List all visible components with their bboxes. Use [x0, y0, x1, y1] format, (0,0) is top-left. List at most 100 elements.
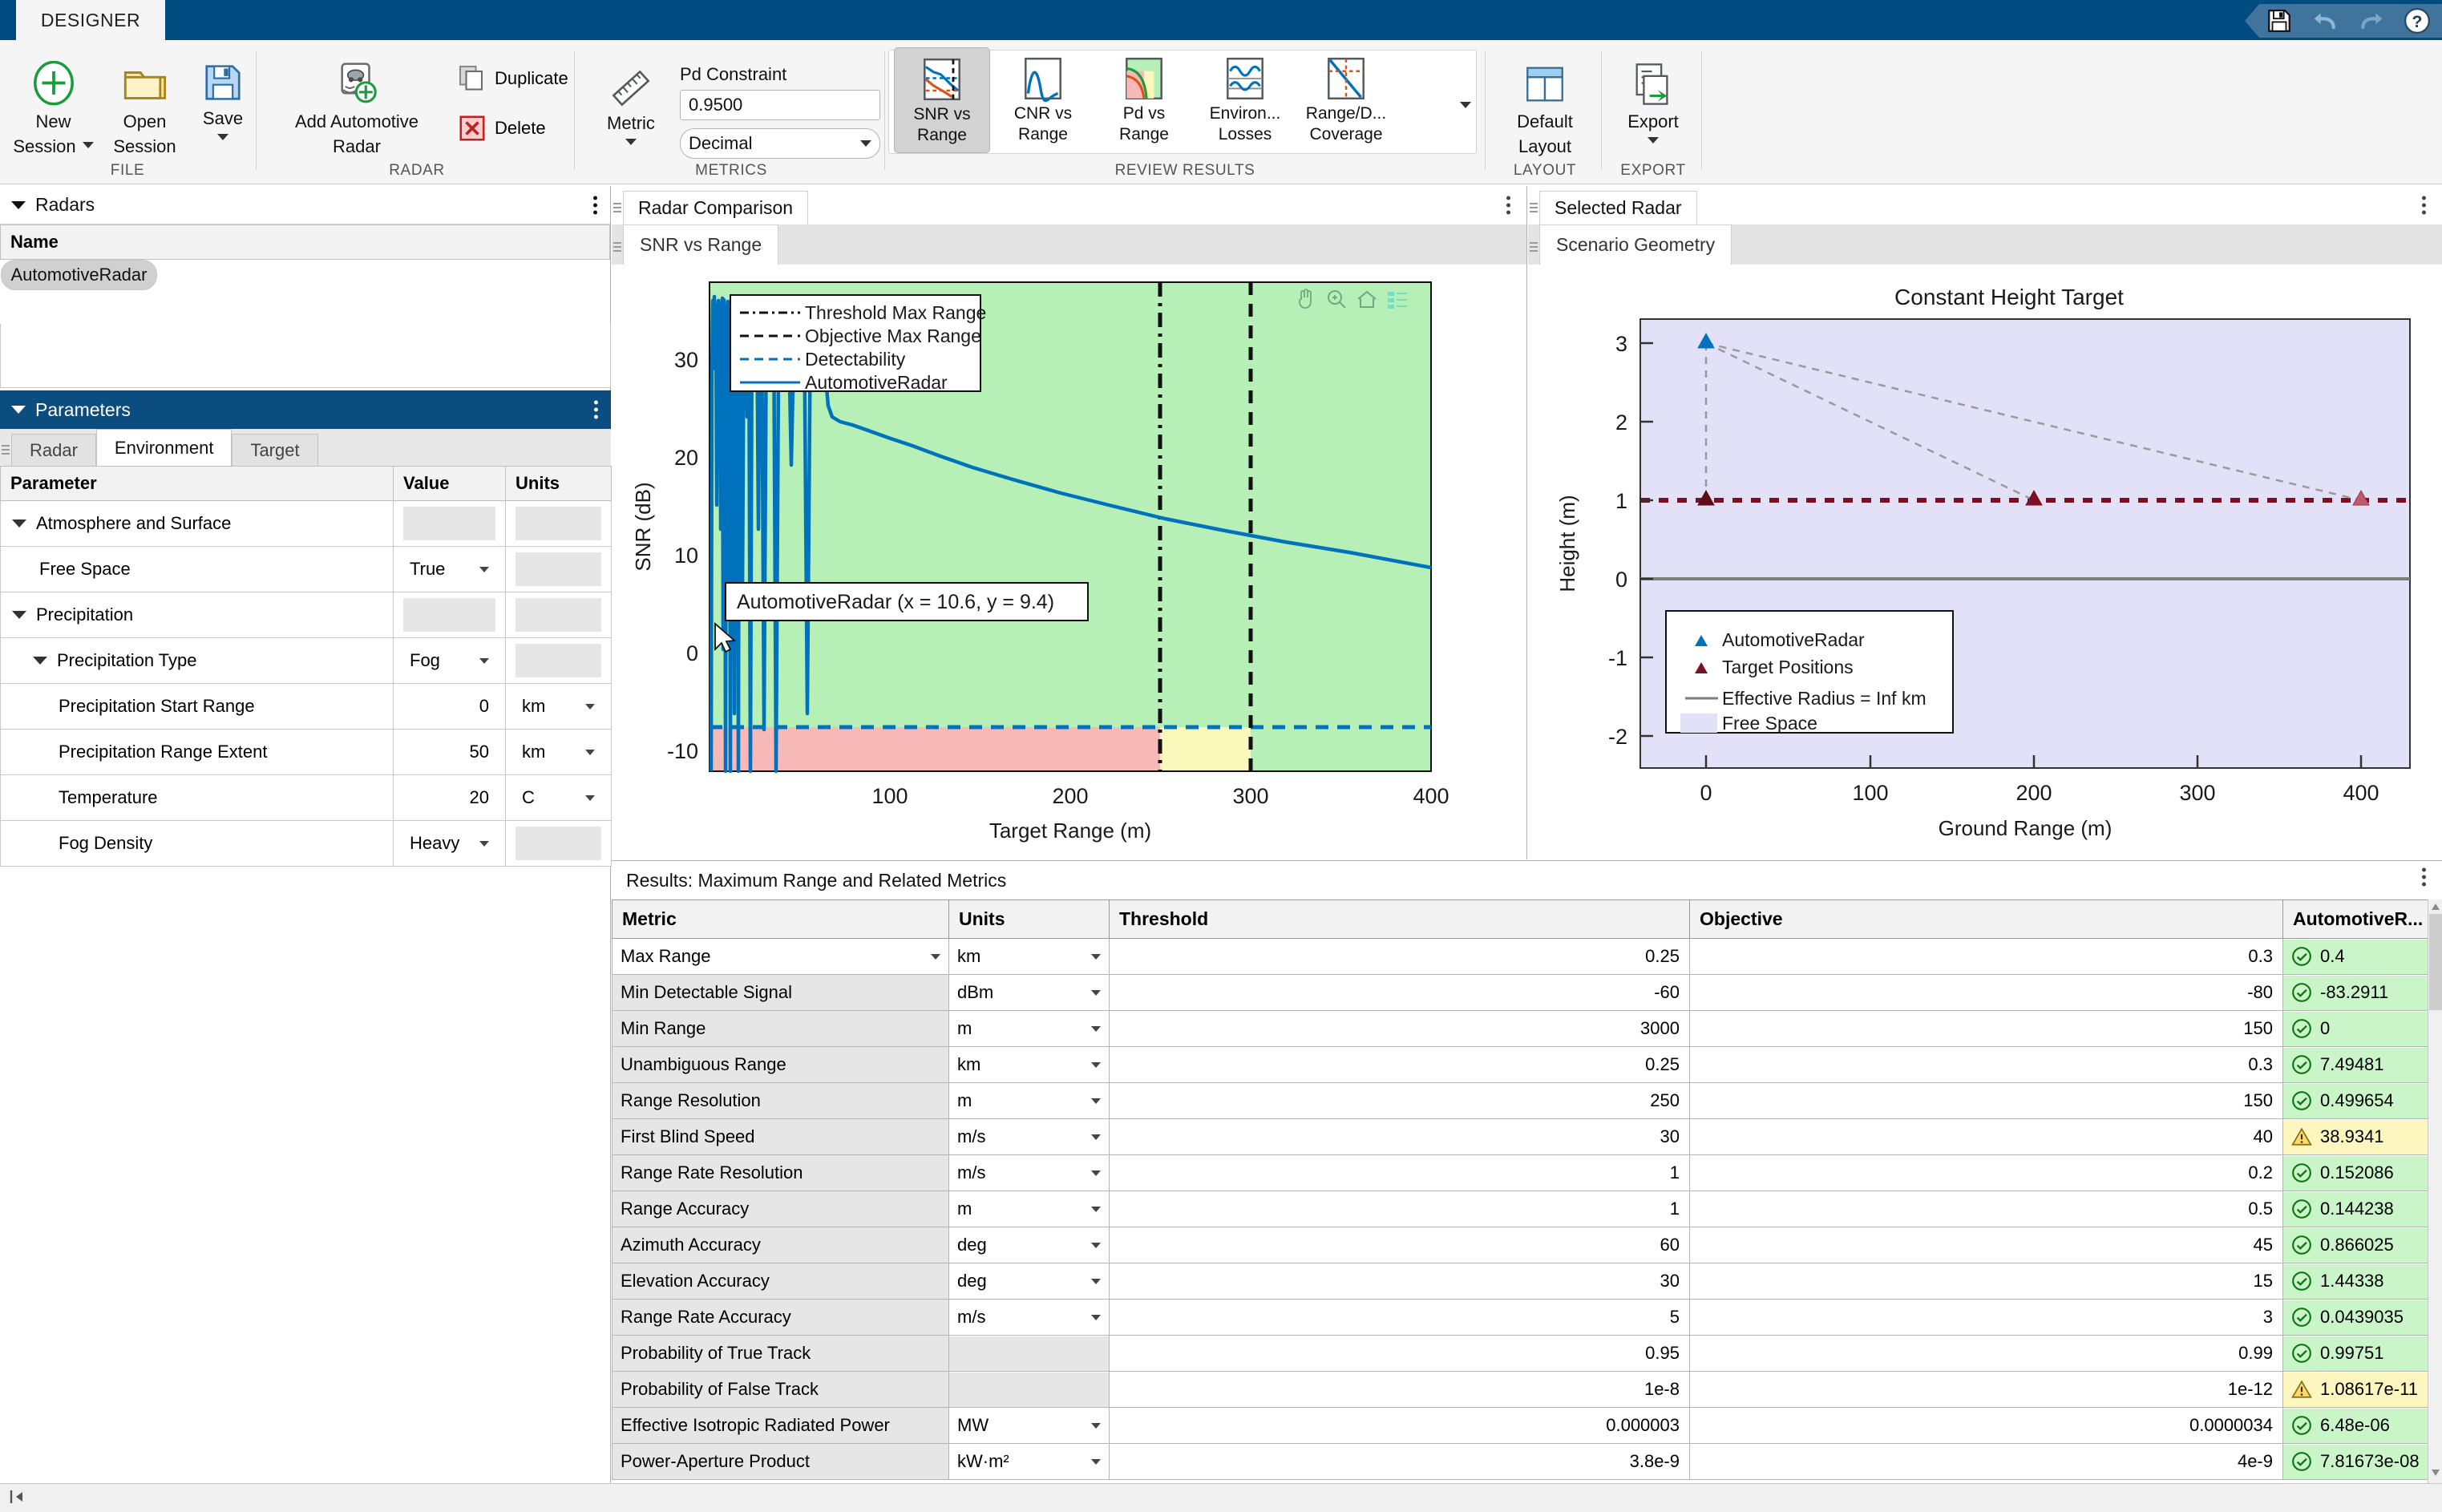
threshold-value[interactable]: 250 — [1110, 1083, 1689, 1118]
expand-triangle-icon[interactable] — [12, 611, 26, 619]
param-value-cell[interactable]: 20 — [393, 774, 506, 821]
range-doppler-coverage-button[interactable]: Range/D... Coverage — [1298, 47, 1394, 153]
chevron-down-icon[interactable] — [1648, 137, 1659, 144]
results-column-threshold[interactable]: Threshold — [1109, 900, 1690, 939]
threshold-value[interactable]: 1 — [1110, 1191, 1689, 1227]
threshold-value[interactable]: 30 — [1110, 1263, 1689, 1299]
panel-options-icon[interactable] — [594, 400, 598, 419]
save-icon[interactable] — [2266, 7, 2293, 34]
pd-vs-range-button[interactable]: Pd vs Range — [1096, 47, 1192, 153]
threshold-value[interactable]: 0.25 — [1110, 1047, 1689, 1082]
param-value-cell[interactable]: 50 — [393, 729, 506, 775]
threshold-value[interactable]: 0.25 — [1110, 939, 1689, 974]
chevron-down-icon[interactable] — [1091, 1134, 1101, 1140]
chevron-down-icon[interactable] — [1091, 1025, 1101, 1032]
param-value-cell[interactable]: True — [393, 546, 506, 592]
param-value-cell[interactable]: Heavy — [393, 820, 506, 867]
panel-options-icon[interactable] — [2422, 867, 2426, 887]
collapse-left-panel-button[interactable] — [10, 1489, 27, 1510]
chevron-down-icon[interactable] — [82, 141, 94, 148]
metric-button[interactable]: Metric — [587, 61, 675, 145]
threshold-value[interactable]: 30 — [1110, 1119, 1689, 1154]
undo-icon[interactable] — [2311, 8, 2339, 34]
dock-drag-handle[interactable] — [1528, 191, 1539, 224]
objective-value[interactable]: 40 — [1690, 1119, 2282, 1154]
objective-value[interactable]: 1e-12 — [1690, 1372, 2282, 1407]
scroll-up-arrow[interactable] — [2428, 900, 2442, 914]
panel-options-icon[interactable] — [2422, 196, 2426, 215]
chevron-down-icon[interactable] — [1091, 1242, 1101, 1248]
help-icon[interactable]: ? — [2404, 7, 2431, 34]
param-units-cell[interactable]: C — [505, 774, 612, 821]
pd-constraint-input[interactable]: 0.9500 — [680, 90, 880, 120]
results-scrollbar[interactable] — [2428, 900, 2442, 1512]
objective-value[interactable]: 0.3 — [1690, 1047, 2282, 1082]
duplicate-button[interactable]: Duplicate — [458, 64, 568, 93]
chevron-down-icon[interactable] — [1091, 989, 1101, 996]
objective-value[interactable]: 4e-9 — [1690, 1444, 2282, 1479]
tab-designer[interactable]: DESIGNER — [16, 0, 165, 40]
precipitation-start-range-input[interactable]: 0 — [403, 689, 495, 723]
objective-value[interactable]: 0.99 — [1690, 1336, 2282, 1371]
sub-tab-scenario-geometry[interactable]: Scenario Geometry — [1539, 224, 1732, 265]
default-layout-button[interactable]: Default Layout — [1494, 55, 1595, 157]
scenario-geometry-chart[interactable]: Constant Height Target 3 2 1 0 -1 -2 Hei… — [1528, 265, 2442, 859]
chevron-down-icon[interactable] — [1091, 1170, 1101, 1176]
tab-drag-handle[interactable] — [0, 434, 11, 466]
threshold-value[interactable]: 3000 — [1110, 1011, 1689, 1046]
objective-value[interactable]: 0.0000034 — [1690, 1408, 2282, 1443]
expand-triangle-icon[interactable] — [12, 519, 26, 528]
objective-value[interactable]: 0.2 — [1690, 1155, 2282, 1191]
results-column-objective[interactable]: Objective — [1689, 900, 2283, 939]
threshold-value[interactable]: 0.95 — [1110, 1336, 1689, 1371]
chevron-down-icon[interactable] — [1091, 1422, 1101, 1429]
precipitation-type-select[interactable]: Fog — [403, 644, 495, 677]
open-session-button[interactable]: Open Session — [103, 55, 187, 157]
panel-options-icon[interactable] — [1506, 196, 1510, 215]
threshold-value[interactable]: 60 — [1110, 1227, 1689, 1263]
chevron-down-icon[interactable] — [625, 139, 637, 145]
precipitation-range-extent-units-select[interactable]: km — [515, 735, 601, 769]
objective-value[interactable]: 45 — [1690, 1227, 2282, 1263]
gallery-expand-button[interactable] — [1460, 92, 1471, 113]
chevron-down-icon[interactable] — [1091, 1206, 1101, 1212]
threshold-value[interactable]: 1 — [1110, 1155, 1689, 1191]
results-column-metric[interactable]: Metric — [612, 900, 949, 939]
snr-vs-range-button[interactable]: SNR vs Range — [894, 47, 990, 153]
objective-value[interactable]: 0.3 — [1690, 939, 2282, 974]
dock-tab-radar-comparison[interactable]: Radar Comparison — [623, 191, 809, 224]
threshold-value[interactable]: 1e-8 — [1110, 1372, 1689, 1407]
threshold-value[interactable]: 3.8e-9 — [1110, 1444, 1689, 1479]
collapse-triangle-icon[interactable] — [11, 406, 26, 414]
radar-row-automotiveradar[interactable]: AutomotiveRadar — [0, 260, 158, 290]
sub-tab-snr-vs-range[interactable]: SNR vs Range — [623, 224, 779, 265]
objective-value[interactable]: 150 — [1690, 1011, 2282, 1046]
objective-value[interactable]: 150 — [1690, 1083, 2282, 1118]
objective-value[interactable]: 0.5 — [1690, 1191, 2282, 1227]
fog-density-select[interactable]: Heavy — [403, 827, 495, 860]
environment-losses-button[interactable]: Environ... Losses — [1197, 47, 1293, 153]
tab-environment[interactable]: Environment — [95, 429, 232, 466]
redo-icon[interactable] — [2357, 8, 2386, 34]
delete-button[interactable]: Delete — [458, 114, 546, 143]
chevron-down-icon[interactable] — [1091, 1278, 1101, 1284]
scrollbar-thumb[interactable] — [2429, 914, 2442, 1010]
objective-value[interactable]: -80 — [1690, 975, 2282, 1010]
dock-drag-handle[interactable] — [612, 191, 623, 224]
temperature-units-select[interactable]: C — [515, 781, 601, 815]
precipitation-start-range-units-select[interactable]: km — [515, 689, 601, 723]
precipitation-range-extent-input[interactable]: 50 — [403, 735, 495, 769]
tab-target[interactable]: Target — [232, 434, 318, 466]
snr-vs-range-chart[interactable]: Threshold Max Range Objective Max Range … — [612, 265, 1527, 859]
results-column-automotiveradar[interactable]: AutomotiveR... — [2282, 900, 2428, 939]
chevron-down-icon[interactable] — [1091, 1314, 1101, 1320]
param-value-cell[interactable]: 0 — [393, 683, 506, 730]
chevron-down-icon[interactable] — [1091, 953, 1101, 960]
dock-tab-selected-radar[interactable]: Selected Radar — [1539, 191, 1697, 224]
temperature-input[interactable]: 20 — [403, 781, 495, 815]
cnr-vs-range-button[interactable]: CNR vs Range — [995, 47, 1091, 153]
save-button[interactable]: Save — [191, 55, 255, 140]
chevron-down-icon[interactable] — [931, 953, 940, 960]
new-session-button[interactable]: New Session — [11, 55, 95, 157]
objective-value[interactable]: 3 — [1690, 1300, 2282, 1335]
